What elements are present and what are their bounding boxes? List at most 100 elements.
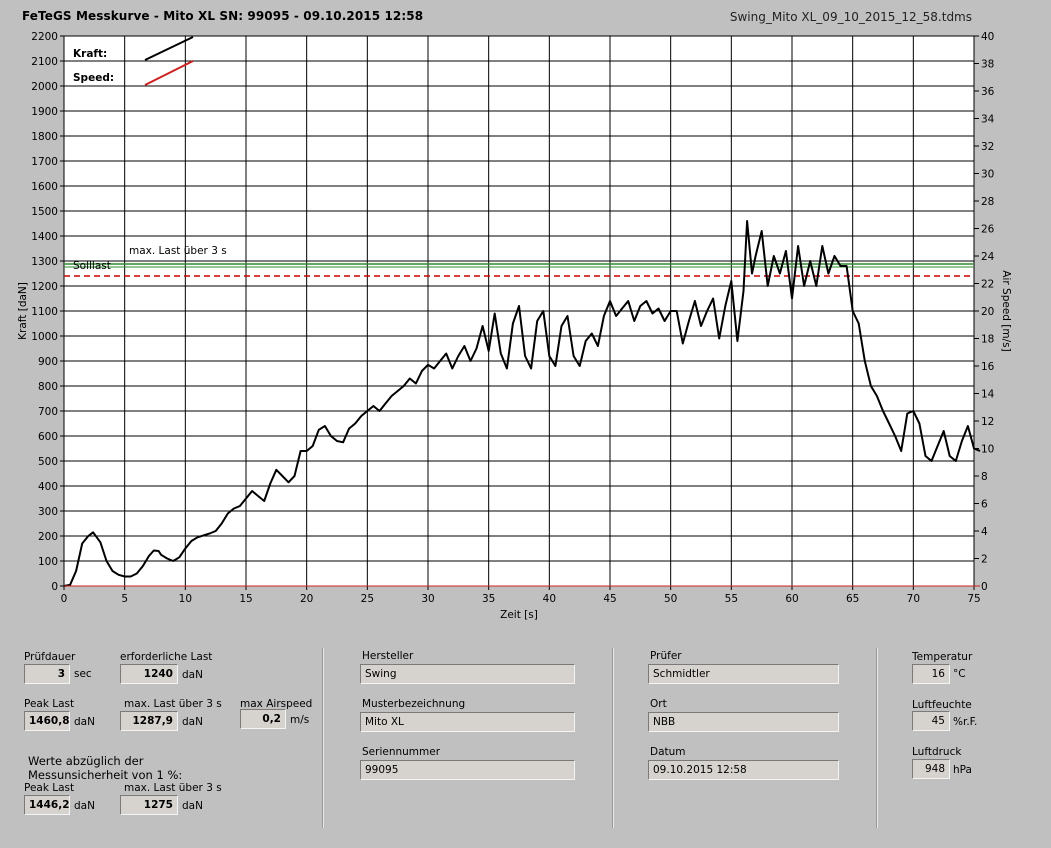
y-tick-label: 1200: [31, 281, 58, 293]
pruefdauer-unit: sec: [74, 668, 92, 680]
y-tick-label: 1000: [31, 331, 58, 343]
y2-tick-label: 28: [981, 196, 994, 208]
y2-tick-label: 24: [981, 251, 995, 263]
luftfeuchte-field: 45: [912, 711, 950, 731]
x-tick-label: 10: [179, 593, 192, 605]
musterbezeichnung-field: Mito XL: [360, 712, 575, 732]
y-tick-label: 1500: [31, 206, 58, 218]
temperatur-field: 16: [912, 664, 950, 684]
x-tick-label: 40: [543, 593, 556, 605]
y2-tick-label: 30: [981, 169, 994, 181]
max-last-line-label: max. Last über 3 s: [129, 245, 227, 257]
pruefdauer-label: Prüfdauer: [24, 651, 76, 663]
separator: [612, 648, 614, 828]
temperatur-unit: °C: [953, 668, 966, 680]
seriennummer-label: Seriennummer: [362, 746, 441, 758]
temperatur-label: Temperatur: [912, 651, 973, 663]
y2-tick-label: 34: [981, 114, 995, 126]
y2-tick-label: 20: [981, 306, 994, 318]
hersteller-field: Swing: [360, 664, 575, 684]
y2-tick-label: 16: [981, 361, 995, 373]
y-tick-label: 1800: [31, 131, 58, 143]
y-tick-label: 400: [38, 481, 58, 493]
pruefer-field: Schmidtler: [648, 664, 839, 684]
pruefdauer-field: 3: [24, 664, 70, 684]
erforderliche-last-field: 1240: [120, 664, 178, 684]
x-tick-label: 20: [300, 593, 313, 605]
peak-last-2-unit: daN: [74, 800, 95, 812]
y-tick-label: 700: [38, 406, 58, 418]
y2-tick-label: 40: [981, 31, 994, 43]
y2-tick-label: 2: [981, 554, 988, 566]
y-tick-label: 500: [38, 456, 58, 468]
y-tick-label: 900: [38, 356, 58, 368]
peak-last-field: 1460,8: [24, 711, 70, 731]
erforderliche-last-unit: daN: [182, 669, 203, 681]
legend-label: Kraft:: [73, 48, 107, 60]
y-tick-label: 200: [38, 531, 58, 543]
x-tick-label: 55: [725, 593, 738, 605]
y2-tick-label: 32: [981, 141, 994, 153]
y-tick-label: 2000: [31, 81, 58, 93]
y2-tick-label: 22: [981, 279, 994, 291]
peak-last-2-field: 1446,2: [24, 795, 70, 815]
hersteller-label: Hersteller: [362, 650, 414, 662]
y2-axis-label: Air Speed [m/s]: [1000, 270, 1012, 351]
luftdruck-field: 948: [912, 759, 950, 779]
x-tick-label: 15: [239, 593, 252, 605]
separator: [322, 648, 324, 828]
ort-field: NBB: [648, 712, 839, 732]
y-tick-label: 800: [38, 381, 58, 393]
max-last-unit: daN: [182, 716, 203, 728]
y-tick-label: 100: [38, 556, 58, 568]
luftdruck-label: Luftdruck: [912, 746, 962, 758]
x-tick-label: 30: [421, 593, 434, 605]
separator: [876, 648, 878, 828]
luftfeuchte-unit: %r.F.: [953, 716, 978, 728]
seriennummer-field: 99095: [360, 760, 575, 780]
legend-label: Speed:: [73, 72, 114, 84]
y2-tick-label: 14: [981, 389, 995, 401]
y-tick-label: 1300: [31, 256, 58, 268]
y-tick-label: 1400: [31, 231, 58, 243]
y-tick-label: 1900: [31, 106, 58, 118]
y-tick-label: 0: [51, 581, 58, 593]
y2-tick-label: 26: [981, 224, 995, 236]
y-tick-label: 1100: [31, 306, 58, 318]
x-tick-label: 35: [482, 593, 495, 605]
datum-label: Datum: [650, 746, 686, 758]
x-tick-label: 25: [361, 593, 374, 605]
max-airspeed-unit: m/s: [290, 714, 310, 726]
y-tick-label: 600: [38, 431, 58, 443]
y2-tick-label: 6: [981, 499, 988, 511]
ort-label: Ort: [650, 698, 667, 710]
x-tick-label: 45: [603, 593, 616, 605]
x-tick-label: 5: [121, 593, 128, 605]
max-last-2-field: 1275: [120, 795, 178, 815]
datum-field: 09.10.2015 12:58: [648, 760, 839, 780]
luftdruck-unit: hPa: [953, 764, 972, 776]
x-tick-label: 65: [846, 593, 859, 605]
werte-note-line2: Messunsicherheit von 1 %:: [28, 768, 183, 782]
peak-last-unit: daN: [74, 716, 95, 728]
max-last-label: max. Last über 3 s: [124, 698, 222, 710]
x-tick-label: 70: [907, 593, 920, 605]
y-tick-label: 300: [38, 506, 58, 518]
x-tick-label: 50: [664, 593, 677, 605]
y2-tick-label: 0: [981, 581, 988, 593]
solllast-line-label: Solllast: [73, 260, 111, 272]
y-tick-label: 1600: [31, 181, 58, 193]
musterbezeichnung-label: Musterbezeichnung: [362, 698, 466, 710]
y-tick-label: 2200: [31, 31, 58, 43]
y2-tick-label: 18: [981, 334, 994, 346]
max-last-2-unit: daN: [182, 800, 203, 812]
y2-tick-label: 10: [981, 444, 994, 456]
y-tick-label: 2100: [31, 56, 58, 68]
pruefer-label: Prüfer: [650, 650, 682, 662]
y2-tick-label: 8: [981, 471, 988, 483]
luftfeuchte-label: Luftfeuchte: [912, 699, 972, 711]
y-axis-label: Kraft [daN]: [17, 282, 29, 340]
y-tick-label: 1700: [31, 156, 58, 168]
peak-last-2-label: Peak Last: [24, 782, 75, 794]
x-tick-label: 60: [785, 593, 798, 605]
